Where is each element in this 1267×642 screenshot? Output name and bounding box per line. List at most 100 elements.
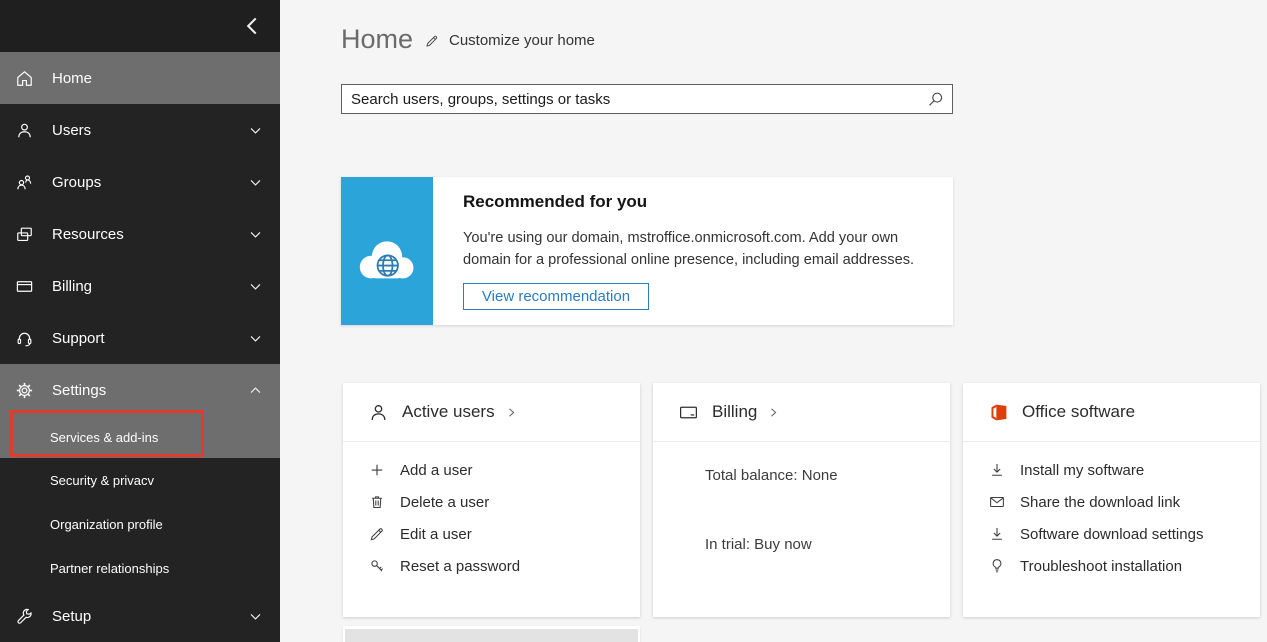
download-icon — [988, 461, 1006, 479]
main-content: Home Customize your home — [280, 0, 1267, 642]
page-title: Home — [341, 24, 413, 55]
partial-card-below — [343, 626, 640, 642]
sidebar-item-settings[interactable]: Settings — [0, 364, 280, 416]
active-users-card: Active users Add a user Delete a user — [343, 383, 640, 617]
sidebar-item-support[interactable]: Support — [0, 312, 280, 364]
share-download-link-button[interactable]: Share the download link — [963, 486, 1260, 518]
search-icon[interactable] — [927, 91, 944, 108]
item-label: Install my software — [1020, 462, 1144, 479]
office-software-card-header: Office software — [963, 383, 1260, 442]
sidebar-subitem-label: Organization profile — [50, 517, 163, 532]
sidebar-item-home[interactable]: Home — [0, 52, 280, 104]
trash-icon — [368, 493, 386, 511]
item-label: Delete a user — [400, 494, 489, 511]
admin-center-app: Home Users Groups Resources — [0, 0, 1267, 642]
chevron-right-icon — [506, 407, 517, 418]
sidebar-item-label: Users — [52, 122, 91, 139]
resources-icon — [15, 225, 34, 244]
billing-card-header[interactable]: Billing — [653, 383, 950, 442]
edit-user-button[interactable]: Edit a user — [343, 518, 640, 550]
chevron-down-icon — [249, 610, 262, 623]
search-input[interactable] — [342, 85, 952, 113]
sidebar-item-label: Settings — [52, 382, 106, 399]
card-title: Office software — [1022, 402, 1135, 422]
partial-card-header-strip — [345, 629, 638, 642]
sidebar-item-security-privacy[interactable]: Security & privacv — [0, 458, 280, 502]
item-label: Troubleshoot installation — [1020, 558, 1182, 575]
lightbulb-icon — [988, 557, 1006, 575]
sidebar-item-label: Groups — [52, 174, 101, 191]
pencil-icon — [368, 525, 386, 543]
sidebar-subitem-label: Services & add-ins — [50, 430, 158, 445]
install-software-button[interactable]: Install my software — [963, 454, 1260, 486]
item-label: Software download settings — [1020, 526, 1203, 543]
sidebar-subitem-label: Partner relationships — [50, 561, 169, 576]
headset-icon — [15, 329, 34, 348]
item-label: Add a user — [400, 462, 473, 479]
chevron-down-icon — [249, 176, 262, 189]
download-icon — [988, 525, 1006, 543]
recommendation-card: Recommended for you You're using our dom… — [341, 177, 953, 325]
recommendation-body: You're using our domain, mstroffice.onmi… — [463, 227, 925, 271]
office-logo-icon — [988, 402, 1009, 423]
office-software-card: Office software Install my software Shar… — [963, 383, 1260, 617]
search-box — [341, 84, 953, 114]
sidebar: Home Users Groups Resources — [0, 0, 280, 642]
view-recommendation-button[interactable]: View recommendation — [463, 283, 649, 310]
sidebar-item-groups[interactable]: Groups — [0, 156, 280, 208]
gear-icon — [15, 381, 34, 400]
card-title: Active users — [402, 402, 495, 422]
credit-card-icon — [15, 277, 34, 296]
plus-icon — [368, 461, 386, 479]
user-icon — [15, 121, 34, 140]
chevron-down-icon — [249, 228, 262, 241]
group-icon — [15, 173, 34, 192]
sidebar-item-resources[interactable]: Resources — [0, 208, 280, 260]
sidebar-item-users[interactable]: Users — [0, 104, 280, 156]
key-icon — [368, 557, 386, 575]
wrench-icon — [15, 607, 34, 626]
cloud-globe-icon — [353, 215, 421, 288]
card-title: Billing — [712, 402, 757, 422]
software-download-settings-button[interactable]: Software download settings — [963, 518, 1260, 550]
credit-card-icon — [678, 402, 699, 423]
sidebar-subitem-label: Security & privacv — [50, 473, 154, 488]
sidebar-item-partner-relationships[interactable]: Partner relationships — [0, 546, 280, 590]
pencil-icon — [424, 33, 440, 49]
delete-user-button[interactable]: Delete a user — [343, 486, 640, 518]
user-icon — [368, 402, 389, 423]
sidebar-item-label: Setup — [52, 608, 91, 625]
collapse-sidebar-button[interactable] — [242, 15, 264, 37]
recommendation-title: Recommended for you — [463, 192, 647, 212]
chevron-down-icon — [249, 124, 262, 137]
sidebar-item-billing[interactable]: Billing — [0, 260, 280, 312]
chevron-down-icon — [249, 332, 262, 345]
sidebar-item-organization-profile[interactable]: Organization profile — [0, 502, 280, 546]
sidebar-item-label: Resources — [52, 226, 124, 243]
sidebar-item-label: Support — [52, 330, 105, 347]
active-users-card-header[interactable]: Active users — [343, 383, 640, 442]
trial-buy-now-link[interactable]: In trial: Buy now — [705, 536, 812, 553]
sidebar-item-setup[interactable]: Setup — [0, 590, 280, 642]
sidebar-item-label: Billing — [52, 278, 92, 295]
mail-icon — [988, 493, 1006, 511]
home-icon — [15, 69, 34, 88]
recommendation-art — [341, 177, 433, 325]
chevron-up-icon — [249, 384, 262, 397]
item-label: Edit a user — [400, 526, 472, 543]
item-label: Share the download link — [1020, 494, 1180, 511]
item-label: Reset a password — [400, 558, 520, 575]
chevron-left-icon — [242, 25, 264, 40]
add-user-button[interactable]: Add a user — [343, 454, 640, 486]
troubleshoot-installation-button[interactable]: Troubleshoot installation — [963, 550, 1260, 582]
chevron-right-icon — [768, 407, 779, 418]
sidebar-item-label: Home — [52, 70, 92, 87]
sidebar-item-services-add-ins[interactable]: Services & add-ins — [0, 416, 280, 458]
total-balance-text: Total balance: None — [705, 467, 838, 484]
billing-card: Billing Total balance: None In trial: Bu… — [653, 383, 950, 617]
reset-password-button[interactable]: Reset a password — [343, 550, 640, 582]
sidebar-header — [0, 0, 280, 52]
customize-home-button[interactable]: Customize your home — [424, 32, 595, 49]
chevron-down-icon — [249, 280, 262, 293]
customize-home-label: Customize your home — [449, 32, 595, 49]
